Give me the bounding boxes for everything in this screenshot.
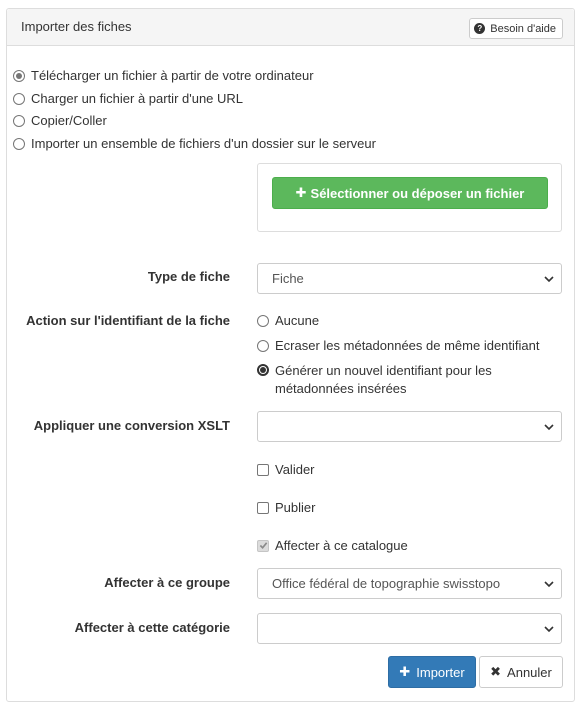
panel-title: Importer des fiches	[21, 19, 132, 34]
source-option-label: Copier/Coller	[31, 113, 107, 128]
identifier-option-none[interactable]: Aucune	[257, 313, 319, 328]
assign-catalog-checkbox	[257, 539, 269, 552]
identifier-option-label-line2: métadonnées insérées	[275, 381, 407, 396]
chevron-down-icon	[544, 581, 554, 588]
publish-option[interactable]: Publier	[257, 500, 315, 515]
category-label: Affecter à cette catégorie	[74, 620, 230, 635]
validate-option[interactable]: Valider	[257, 462, 315, 477]
question-circle-icon: ?	[474, 23, 486, 34]
identifier-option-label: Ecraser les métadonnées de même identifi…	[275, 338, 540, 353]
cancel-button-label: Annuler	[507, 664, 552, 680]
identifier-radio-overwrite[interactable]	[257, 340, 269, 352]
help-button[interactable]: ? Besoin d'aide	[469, 18, 563, 39]
import-button[interactable]: ✚ Importer	[388, 656, 476, 688]
upload-dropzone[interactable]: ✚ Sélectionner ou déposer un fichier	[257, 163, 562, 232]
source-option-label: Importer un ensemble de fichiers d'un do…	[31, 136, 376, 151]
identifier-option-label-line1: Générer un nouvel identifiant pour les	[275, 363, 492, 378]
group-label: Affecter à ce groupe	[104, 575, 230, 590]
publish-label: Publier	[275, 500, 316, 515]
source-radio-url[interactable]	[13, 92, 25, 105]
record-type-select[interactable]: Fiche	[257, 263, 562, 294]
validate-label: Valider	[275, 462, 315, 477]
help-button-label: Besoin d'aide	[490, 22, 556, 35]
identifier-radio-generate[interactable]	[257, 364, 269, 376]
identifier-option-label: Aucune	[275, 313, 320, 328]
source-option-label: Télécharger un fichier à partir de votre…	[31, 68, 314, 83]
identifier-option-generate[interactable]: Générer un nouvel identifiant pour les m…	[257, 362, 492, 398]
plus-icon: ✚	[399, 664, 411, 679]
source-option-server-folder[interactable]: Importer un ensemble de fichiers d'un do…	[13, 136, 376, 151]
record-type-value: Fiche	[272, 271, 304, 286]
source-radio-copy-paste[interactable]	[13, 114, 25, 127]
xslt-label: Appliquer une conversion XSLT	[33, 418, 230, 433]
select-file-button[interactable]: ✚ Sélectionner ou déposer un fichier	[272, 177, 548, 209]
group-select[interactable]: Office fédéral de topographie swisstopo	[257, 568, 562, 599]
record-type-label: Type de fiche	[147, 269, 230, 284]
category-select[interactable]	[257, 613, 562, 644]
assign-catalog-label: Affecter à ce catalogue	[275, 538, 408, 553]
validate-checkbox[interactable]	[257, 463, 269, 476]
identifier-option-label: Générer un nouvel identifiant pour les m…	[275, 362, 492, 398]
identifier-option-overwrite[interactable]: Ecraser les métadonnées de même identifi…	[257, 338, 539, 353]
source-option-label: Charger un fichier à partir d'une URL	[31, 91, 244, 106]
check-icon	[259, 542, 267, 549]
xslt-select[interactable]	[257, 411, 562, 442]
group-value: Office fédéral de topographie swisstopo	[272, 576, 501, 591]
source-option-url[interactable]: Charger un fichier à partir d'une URL	[13, 91, 243, 106]
source-option-upload[interactable]: Télécharger un fichier à partir de votre…	[13, 68, 314, 83]
plus-icon: ✚	[295, 185, 307, 200]
identifier-radio-none[interactable]	[257, 315, 269, 327]
identifier-action-label: Action sur l'identifiant de la fiche	[26, 313, 230, 328]
chevron-down-icon	[544, 424, 554, 431]
assign-catalog-option: Affecter à ce catalogue	[257, 538, 408, 553]
import-button-label: Importer	[416, 664, 465, 680]
source-option-copy-paste[interactable]: Copier/Coller	[13, 113, 107, 128]
source-radio-upload[interactable]	[13, 69, 25, 82]
source-radio-server-folder[interactable]	[13, 137, 25, 150]
publish-checkbox[interactable]	[257, 501, 269, 514]
chevron-down-icon	[544, 626, 554, 633]
select-file-label: Sélectionner ou déposer un fichier	[310, 185, 525, 201]
panel-header: Importer des fiches ? Besoin d'aide	[7, 9, 574, 46]
close-icon: ✖	[490, 664, 502, 679]
chevron-down-icon	[544, 276, 554, 283]
cancel-button[interactable]: ✖ Annuler	[479, 656, 563, 688]
